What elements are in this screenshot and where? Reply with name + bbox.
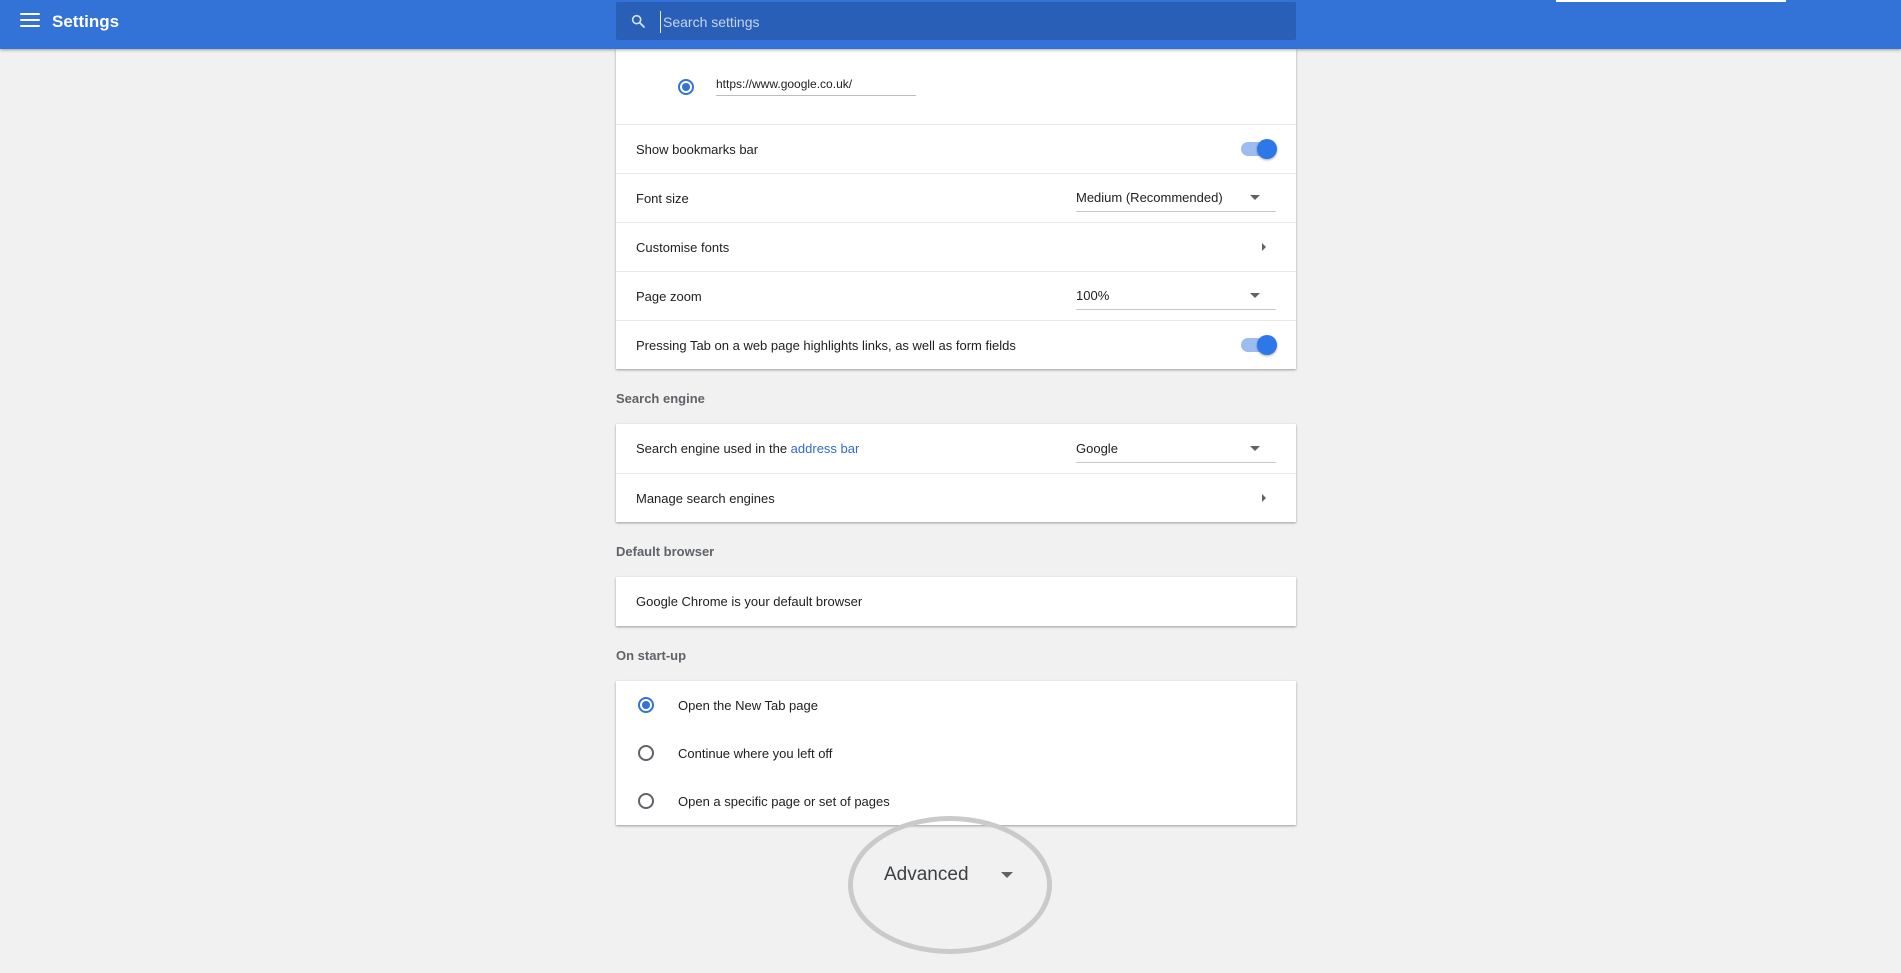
startup-radio-new-tab[interactable] xyxy=(638,697,654,713)
menu-icon[interactable] xyxy=(20,13,40,29)
chevron-down-icon xyxy=(1250,293,1260,298)
advanced-button[interactable]: Advanced xyxy=(884,864,1013,886)
advanced-label: Advanced xyxy=(884,864,969,885)
startup-option-label: Open a specific page or set of pages xyxy=(678,793,890,809)
homepage-url-radio[interactable] xyxy=(678,78,694,95)
default-browser-section-title: Default browser xyxy=(616,544,715,559)
settings-content: https://www.google.co.uk/ Show bookmarks… xyxy=(616,49,1296,825)
show-bookmarks-bar-row[interactable]: Show bookmarks bar xyxy=(616,124,1296,173)
page-zoom-select[interactable]: 100% xyxy=(1076,282,1276,310)
startup-radio-specific-pages[interactable] xyxy=(638,793,654,809)
search-engine-label: Search engine used in the address bar xyxy=(636,441,1076,456)
search-box[interactable] xyxy=(616,2,1296,40)
startup-option-new-tab[interactable]: Open the New Tab page xyxy=(616,681,1296,729)
search-engine-row: Search engine used in the address bar Go… xyxy=(616,424,1296,473)
show-bookmarks-bar-label: Show bookmarks bar xyxy=(636,141,759,157)
homepage-url-row: https://www.google.co.uk/ xyxy=(616,49,1296,124)
search-engine-section-title: Search engine xyxy=(616,391,705,406)
search-input[interactable] xyxy=(660,11,1260,33)
page-zoom-row: Page zoom 100% xyxy=(616,271,1296,320)
homepage-url-field[interactable]: https://www.google.co.uk/ xyxy=(716,77,916,96)
search-icon xyxy=(631,14,645,28)
advanced-highlight: Advanced xyxy=(848,816,1052,954)
search-engine-label-prefix: Search engine used in the xyxy=(636,441,791,456)
manage-search-engines-label: Manage search engines xyxy=(636,490,775,506)
chevron-down-icon xyxy=(1250,195,1260,200)
font-size-label: Font size xyxy=(636,190,689,206)
page-title: Settings xyxy=(52,12,120,31)
address-bar-link[interactable]: address bar xyxy=(791,441,860,456)
search-engine-select[interactable]: Google xyxy=(1076,435,1276,463)
chevron-right-icon[interactable] xyxy=(1262,494,1266,502)
font-size-row: Font size Medium (Recommended) xyxy=(616,173,1296,222)
tab-highlights-label: Pressing Tab on a web page highlights li… xyxy=(636,337,1016,353)
default-browser-card: Google Chrome is your default browser xyxy=(616,577,1296,626)
font-size-select[interactable]: Medium (Recommended) xyxy=(1076,184,1276,212)
chevron-down-icon xyxy=(1000,872,1013,878)
tab-highlights-row[interactable]: Pressing Tab on a web page highlights li… xyxy=(616,320,1296,369)
manage-search-engines-row[interactable]: Manage search engines xyxy=(616,473,1296,522)
show-bookmarks-bar-toggle[interactable] xyxy=(1241,139,1277,159)
chevron-right-icon[interactable] xyxy=(1262,243,1266,251)
page-zoom-label: Page zoom xyxy=(636,288,702,304)
startup-option-label: Continue where you left off xyxy=(678,745,833,761)
customise-fonts-label: Customise fonts xyxy=(636,239,730,255)
tab-highlights-toggle[interactable] xyxy=(1241,335,1277,355)
page-zoom-value: 100% xyxy=(1076,288,1110,303)
default-browser-row: Google Chrome is your default browser xyxy=(616,577,1296,626)
startup-radio-continue[interactable] xyxy=(638,745,654,761)
startup-option-continue[interactable]: Continue where you left off xyxy=(616,729,1296,777)
startup-option-label: Open the New Tab page xyxy=(678,697,818,713)
appearance-card: https://www.google.co.uk/ Show bookmarks… xyxy=(616,49,1296,369)
customise-fonts-row[interactable]: Customise fonts xyxy=(616,222,1296,271)
startup-card: Open the New Tab page Continue where you… xyxy=(616,681,1296,825)
top-bar: Settings xyxy=(0,0,1901,49)
search-engine-value: Google xyxy=(1076,440,1118,456)
search-engine-card: Search engine used in the address bar Go… xyxy=(616,424,1296,522)
font-size-value: Medium (Recommended) xyxy=(1076,190,1223,205)
window-edge xyxy=(1556,0,1786,2)
default-browser-status: Google Chrome is your default browser xyxy=(636,594,863,609)
chevron-down-icon xyxy=(1250,445,1260,451)
startup-section-title: On start-up xyxy=(616,648,687,663)
